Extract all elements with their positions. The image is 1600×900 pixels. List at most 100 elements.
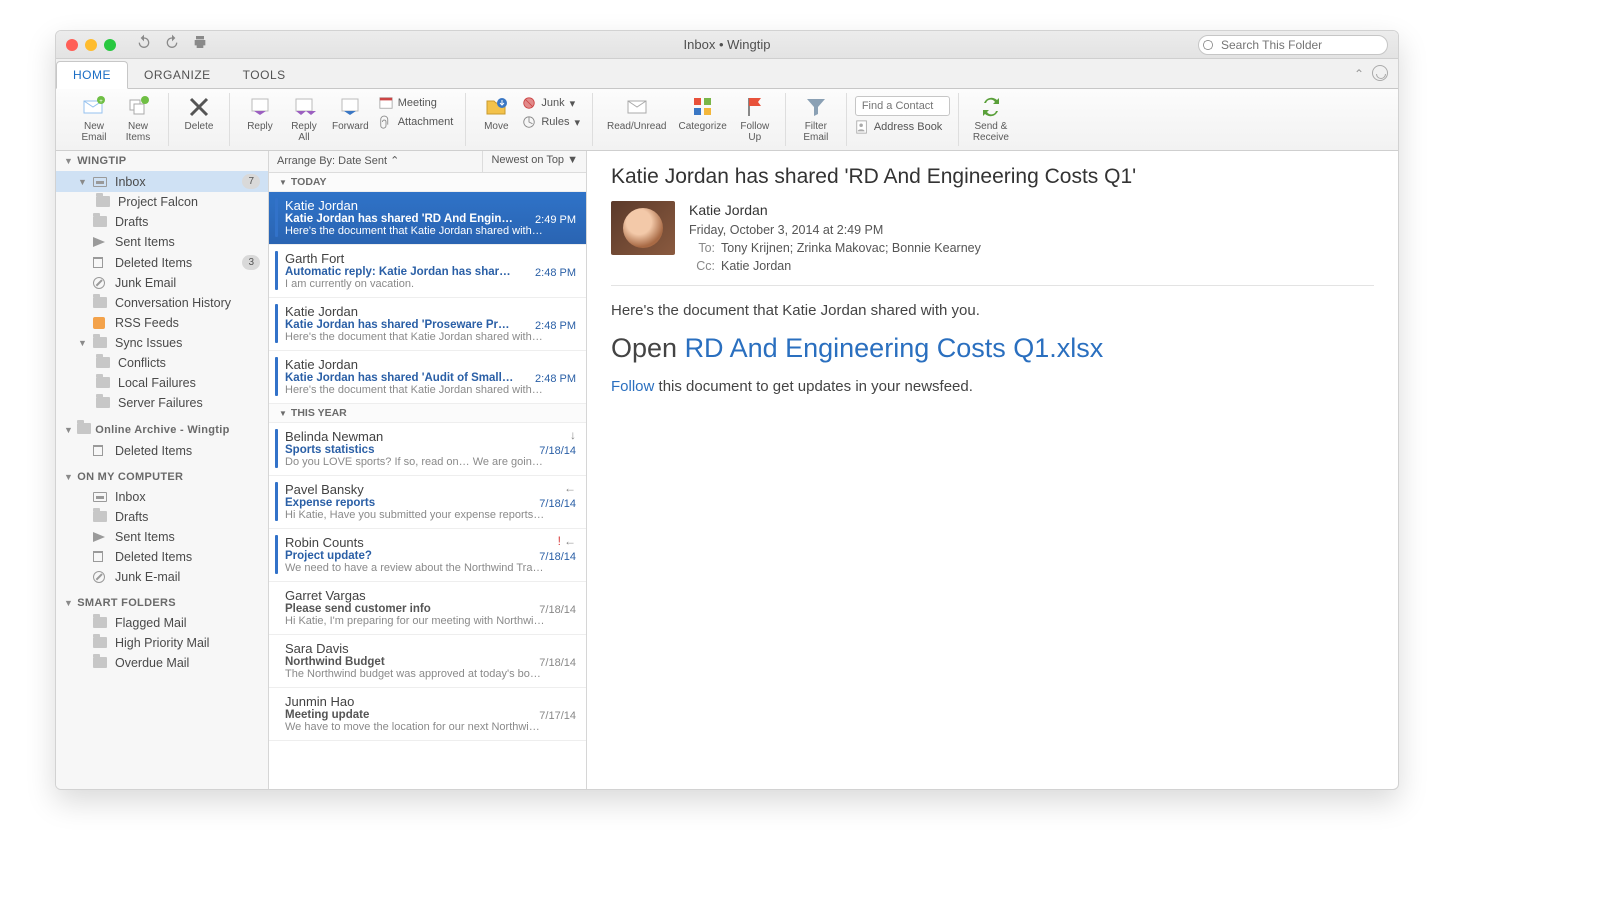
nav-local-failures[interactable]: Local Failures bbox=[56, 373, 268, 393]
message-from: Katie Jordan bbox=[285, 357, 576, 372]
archive-header[interactable]: ▼Online Archive - Wingtip bbox=[56, 419, 268, 441]
find-contact-input[interactable] bbox=[855, 96, 950, 116]
group-year[interactable]: ▼THIS YEAR bbox=[269, 404, 586, 423]
message-time: 7/18/14 bbox=[539, 551, 576, 563]
message-item[interactable]: Belinda NewmanSports statisticsDo you LO… bbox=[269, 423, 586, 476]
message-preview: Here's the document that Katie Jordan sh… bbox=[285, 331, 545, 343]
folder-nav: ▼WINGTIP ▼Inbox7 Project Falcon Drafts S… bbox=[56, 151, 269, 789]
message-time: 2:49 PM bbox=[535, 214, 576, 226]
search-wrapper bbox=[1198, 35, 1388, 55]
message-from: Pavel Bansky bbox=[285, 482, 576, 497]
nav-conflicts[interactable]: Conflicts bbox=[56, 353, 268, 373]
message-header: Katie Jordan Friday, October 3, 2014 at … bbox=[611, 201, 1374, 286]
sync-arrows-icon bbox=[979, 95, 1003, 119]
feedback-smile-icon[interactable] bbox=[1372, 65, 1388, 81]
read-unread-button[interactable]: Read/Unread bbox=[601, 93, 672, 132]
nav-sent[interactable]: Sent Items bbox=[56, 232, 268, 252]
reply-button[interactable]: Reply bbox=[238, 93, 282, 132]
categorize-button[interactable]: Categorize bbox=[672, 93, 732, 132]
minimize-window-button[interactable] bbox=[85, 39, 97, 51]
nav-server-failures[interactable]: Server Failures bbox=[56, 393, 268, 413]
nav-junk[interactable]: Junk Email bbox=[56, 273, 268, 293]
nav-archive-deleted[interactable]: Deleted Items bbox=[56, 441, 268, 461]
sent-icon bbox=[93, 531, 108, 543]
nav-high-priority[interactable]: High Priority Mail bbox=[56, 633, 268, 653]
print-icon[interactable] bbox=[192, 34, 208, 55]
main-body: ▼WINGTIP ▼Inbox7 Project Falcon Drafts S… bbox=[56, 151, 1398, 789]
new-items-button[interactable]: NewItems bbox=[116, 93, 160, 143]
rules-button[interactable]: Rules ▾ bbox=[518, 114, 584, 130]
sort-order-button[interactable]: Newest on Top ▼ bbox=[483, 151, 586, 172]
nav-comp-sent[interactable]: Sent Items bbox=[56, 527, 268, 547]
message-item[interactable]: Garret VargasPlease send customer infoHi… bbox=[269, 582, 586, 635]
paperclip-icon bbox=[379, 115, 393, 129]
nav-inbox[interactable]: ▼Inbox7 bbox=[56, 171, 268, 192]
nav-rss[interactable]: RSS Feeds bbox=[56, 313, 268, 333]
folder-icon bbox=[93, 657, 108, 669]
message-time: 7/18/14 bbox=[539, 498, 576, 510]
tab-home[interactable]: HOME bbox=[56, 61, 128, 89]
group-today[interactable]: ▼TODAY bbox=[269, 173, 586, 192]
close-window-button[interactable] bbox=[66, 39, 78, 51]
junk-button[interactable]: Junk ▾ bbox=[518, 95, 584, 111]
message-preview: Here's the document that Katie Jordan sh… bbox=[285, 225, 545, 237]
funnel-icon bbox=[804, 95, 828, 119]
attachment-button[interactable]: Attachment bbox=[375, 114, 458, 130]
message-item[interactable]: Pavel BanskyExpense reportsHi Katie, Hav… bbox=[269, 476, 586, 529]
move-button[interactable]: Move bbox=[474, 93, 518, 132]
message-item[interactable]: Garth FortAutomatic reply: Katie Jordan … bbox=[269, 245, 586, 298]
message-time: 7/18/14 bbox=[539, 604, 576, 616]
nav-deleted[interactable]: Deleted Items3 bbox=[56, 252, 268, 273]
search-input[interactable] bbox=[1198, 35, 1388, 55]
account-header[interactable]: ▼WINGTIP bbox=[56, 151, 268, 171]
document-link[interactable]: RD And Engineering Costs Q1.xlsx bbox=[685, 333, 1104, 363]
nav-comp-inbox[interactable]: Inbox bbox=[56, 487, 268, 507]
address-book-button[interactable]: Address Book bbox=[855, 120, 950, 134]
reply-all-button[interactable]: ReplyAll bbox=[282, 93, 326, 143]
message-from: Katie Jordan bbox=[285, 304, 576, 319]
redo-icon[interactable] bbox=[164, 34, 180, 55]
tab-organize[interactable]: ORGANIZE bbox=[128, 62, 227, 88]
message-item[interactable]: Junmin HaoMeeting updateWe have to move … bbox=[269, 688, 586, 741]
delete-button[interactable]: Delete bbox=[177, 93, 221, 132]
message-from: Garret Vargas bbox=[285, 588, 576, 603]
forward-icon bbox=[338, 95, 362, 119]
message-item[interactable]: Katie JordanKatie Jordan has shared 'Aud… bbox=[269, 351, 586, 404]
follow-up-button[interactable]: FollowUp bbox=[733, 93, 777, 143]
message-item[interactable]: Sara DavisNorthwind BudgetThe Northwind … bbox=[269, 635, 586, 688]
nav-drafts[interactable]: Drafts bbox=[56, 212, 268, 232]
smart-folders-header[interactable]: ▼SMART FOLDERS bbox=[56, 593, 268, 613]
follow-link[interactable]: Follow bbox=[611, 378, 654, 395]
to-recipients: Tony Krijnen; Zrinka Makovac; Bonnie Kea… bbox=[721, 241, 981, 255]
nav-overdue-mail[interactable]: Overdue Mail bbox=[56, 653, 268, 673]
nav-sync-issues[interactable]: ▼Sync Issues bbox=[56, 333, 268, 353]
nav-comp-deleted[interactable]: Deleted Items bbox=[56, 547, 268, 567]
collapse-ribbon-icon[interactable]: ⌃ bbox=[1354, 67, 1364, 81]
titlebar: Inbox • Wingtip bbox=[56, 31, 1398, 59]
nav-conversation-history[interactable]: Conversation History bbox=[56, 293, 268, 313]
reading-pane: Katie Jordan has shared 'RD And Engineer… bbox=[587, 151, 1398, 789]
folder-icon bbox=[96, 397, 111, 409]
message-subject-preview: Project update? bbox=[285, 550, 515, 562]
message-item[interactable]: Robin CountsProject update?We need to ha… bbox=[269, 529, 586, 582]
tab-tools[interactable]: TOOLS bbox=[227, 62, 302, 88]
message-from: Sara Davis bbox=[285, 641, 576, 656]
message-item[interactable]: Katie JordanKatie Jordan has shared 'RD … bbox=[269, 192, 586, 245]
arrange-by-button[interactable]: Arrange By: Date Sent ⌃ bbox=[269, 151, 483, 172]
new-email-button[interactable]: +NewEmail bbox=[72, 93, 116, 143]
send-receive-button[interactable]: Send &Receive bbox=[967, 93, 1015, 143]
message-item[interactable]: Katie JordanKatie Jordan has shared 'Pro… bbox=[269, 298, 586, 351]
message-preview: I am currently on vacation. bbox=[285, 278, 545, 290]
undo-icon[interactable] bbox=[136, 34, 152, 55]
meeting-button[interactable]: Meeting bbox=[375, 95, 458, 111]
ribbon: +NewEmail NewItems Delete Reply ReplyAll… bbox=[56, 89, 1398, 151]
nav-comp-junk[interactable]: Junk E-mail bbox=[56, 567, 268, 587]
new-items-icon bbox=[126, 95, 150, 119]
forward-button[interactable]: Forward bbox=[326, 93, 375, 132]
nav-flagged-mail[interactable]: Flagged Mail bbox=[56, 613, 268, 633]
on-my-computer-header[interactable]: ▼ON MY COMPUTER bbox=[56, 467, 268, 487]
zoom-window-button[interactable] bbox=[104, 39, 116, 51]
filter-email-button[interactable]: FilterEmail bbox=[794, 93, 838, 143]
nav-project-falcon[interactable]: Project Falcon bbox=[56, 192, 268, 212]
nav-comp-drafts[interactable]: Drafts bbox=[56, 507, 268, 527]
